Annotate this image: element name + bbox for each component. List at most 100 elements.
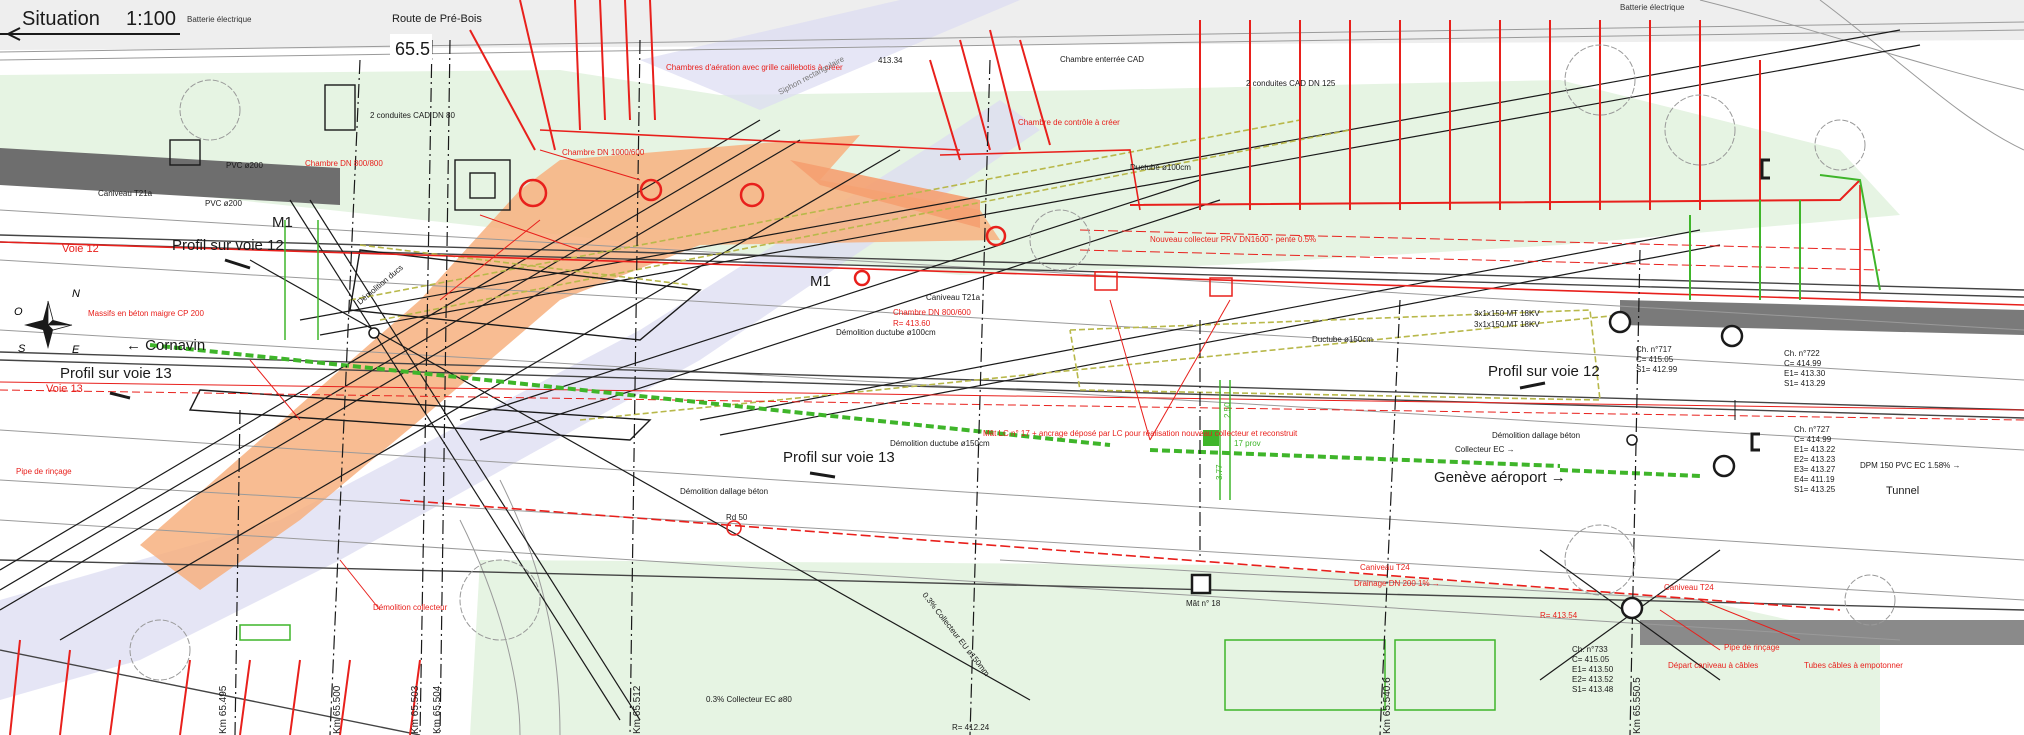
label-pipe-rincage-right: Pipe de rinçage bbox=[1724, 643, 1780, 652]
svg-text:C= 414.99: C= 414.99 bbox=[1794, 435, 1832, 444]
svg-text:E2= 413.52: E2= 413.52 bbox=[1572, 675, 1614, 684]
battery-left: Batterie électrique bbox=[187, 15, 252, 24]
label-mat17-prov: 17 prov bbox=[1234, 439, 1261, 448]
profil-13-left: Profil sur voie 13 bbox=[60, 365, 172, 382]
svg-text:S1= 413.29: S1= 413.29 bbox=[1784, 379, 1826, 388]
profil-12-right: Profil sur voie 12 bbox=[1488, 363, 1600, 380]
svg-text:S1= 413.25: S1= 413.25 bbox=[1794, 485, 1836, 494]
chamber-727 bbox=[1712, 454, 1736, 478]
label-chambre-dn800: Chambre DN 800/800 bbox=[305, 159, 383, 168]
label-pipe-rincage-left: Pipe de rinçage bbox=[16, 467, 72, 476]
grey-road-right bbox=[1620, 300, 2024, 335]
label-collecteur-ec80: 0.3% Collecteur EC ø80 bbox=[706, 695, 792, 704]
label-drainage: Drainage DN 200 1% → bbox=[1354, 579, 1440, 588]
svg-text:Km 65.540.6: Km 65.540.6 bbox=[1382, 677, 1393, 734]
svg-text:Km 65.512: Km 65.512 bbox=[632, 685, 643, 734]
svg-text:Km 65.500: Km 65.500 bbox=[332, 685, 343, 734]
road-pre-bois: Route de Pré-Bois bbox=[392, 13, 482, 25]
profil-13-mid: Profil sur voie 13 bbox=[783, 449, 895, 466]
profil-12-left: Profil sur voie 12 bbox=[172, 237, 284, 254]
grey-road-right-bottom bbox=[1640, 620, 2024, 645]
label-cote-top: 413.34 bbox=[878, 56, 903, 65]
svg-text:C= 415.05: C= 415.05 bbox=[1636, 355, 1674, 364]
chamber-717 bbox=[1608, 310, 1632, 334]
label-chambre-b: Chambre DN 800/600 bbox=[893, 308, 971, 317]
label-cable-2: 3x1x150 MT 18KV bbox=[1474, 320, 1540, 329]
label-tunnel: Tunnel bbox=[1886, 485, 1919, 497]
label-chambre-b-rc: R= 413.60 bbox=[893, 319, 931, 328]
label-depart-cables: Départ caniveau à câbles bbox=[1668, 661, 1758, 670]
label-chambre-controle: Chambre de contrôle à créer bbox=[1018, 118, 1120, 127]
direction-cornavin: ← Cornavin bbox=[126, 337, 205, 354]
compass-e: E bbox=[72, 344, 80, 356]
svg-text:Km 65.550.5: Km 65.550.5 bbox=[1632, 677, 1643, 734]
label-caniveau-t24: Caniveau T24 bbox=[1360, 563, 1410, 572]
chamber-722 bbox=[1720, 324, 1744, 348]
svg-text:E4= 411.19: E4= 411.19 bbox=[1794, 475, 1835, 484]
label-caniveau-t24b: Caniveau T24 bbox=[1664, 583, 1714, 592]
label-collecteur-ec: Collecteur EC → bbox=[1455, 445, 1515, 454]
label-ductube-150: Ductube ø150cm bbox=[1312, 335, 1373, 344]
label-conduites-cad80: 2 conduites CAD DN 80 bbox=[370, 111, 455, 120]
label-demolition-dallage-1: Démolition dallage béton bbox=[1492, 431, 1580, 440]
situation-plan: Situation 1:100 65.5 Route de Pré-Bois B… bbox=[0, 0, 2024, 735]
label-caniveau-t21a: Caniveau T21a bbox=[926, 293, 981, 302]
svg-text:E1= 413.30: E1= 413.30 bbox=[1784, 369, 1826, 378]
label-ductube-left: Ductube ø100cm bbox=[1130, 163, 1191, 172]
svg-text:Km 65.504: Km 65.504 bbox=[432, 685, 443, 734]
chamber-733 bbox=[1620, 596, 1644, 620]
label-demolition-dallage-2: Démolition dallage béton bbox=[680, 487, 768, 496]
track-voie-13: Voie 13 bbox=[46, 383, 83, 395]
label-cable-1: 3x1x150 MT 18KV bbox=[1474, 309, 1540, 318]
chamber-717-data: Ch. n°717 C= 415.05 S1= 412.99 bbox=[1636, 345, 1678, 374]
label-pvc-2: PVC ø200 bbox=[205, 199, 242, 208]
label-rd50: Rd 50 bbox=[726, 513, 748, 522]
label-dpm: DPM 150 PVC EC 1.58% → bbox=[1860, 461, 1960, 470]
label-cote-r: R= 412.24 bbox=[952, 723, 990, 732]
svg-text:S1= 412.99: S1= 412.99 bbox=[1636, 365, 1678, 374]
label-cote-rs: R= 413.54 bbox=[1540, 611, 1578, 620]
label-massif: Massifs en béton maigre CP 200 bbox=[88, 309, 204, 318]
chamber-722-data: Ch. n°722 C= 414.99 E1= 413.30 S1= 413.2… bbox=[1784, 349, 1826, 388]
marker-m1-left: M1 bbox=[272, 214, 293, 231]
label-demolition-collecteur: Démolition collecteur bbox=[373, 603, 448, 612]
km-marker: 65.5 bbox=[395, 39, 430, 59]
track-voie-12: Voie 12 bbox=[62, 243, 99, 255]
chamber-727-data: Ch. n°727 C= 414.99 E1= 413.22 E2= 413.2… bbox=[1794, 425, 1836, 494]
plan-title: Situation bbox=[22, 8, 100, 30]
label-demolition-ducs: Démolition ducs bbox=[356, 263, 405, 306]
direction-geneve: Genève aéroport → bbox=[1434, 469, 1566, 486]
marker-m1-mid: M1 bbox=[810, 273, 831, 290]
label-caniveau-t21: Caniveau T21a bbox=[98, 189, 153, 198]
compass-n: N bbox=[72, 288, 80, 300]
label-dim-2: 3.77 bbox=[1215, 464, 1224, 480]
svg-text:C= 415.05: C= 415.05 bbox=[1572, 655, 1610, 664]
label-dim-1: 2.50 bbox=[1223, 402, 1232, 418]
label-demolition-ductube-150: Démolition ductube ø150cm bbox=[890, 439, 990, 448]
label-mat17: Mât LC n° 17 + ancrage déposé par LC pou… bbox=[983, 429, 1298, 438]
chamber-733-data: Ch. n°733 C= 415.05 E1= 413.50 E2= 413.5… bbox=[1572, 645, 1614, 694]
svg-text:E2= 413.23: E2= 413.23 bbox=[1794, 455, 1836, 464]
svg-text:Ch. n°722: Ch. n°722 bbox=[1784, 349, 1820, 358]
svg-text:S1= 413.48: S1= 413.48 bbox=[1572, 685, 1614, 694]
label-conduites-cad125: 2 conduites CAD DN 125 bbox=[1246, 79, 1336, 88]
compass-o: O bbox=[14, 306, 23, 318]
svg-text:Km 65.503: Km 65.503 bbox=[410, 685, 421, 734]
compass-s: S bbox=[18, 343, 26, 355]
label-demolition-ductube: Démolition ductube ø100cm bbox=[836, 328, 936, 337]
svg-text:Ch. n°733: Ch. n°733 bbox=[1572, 645, 1608, 654]
svg-text:E1= 413.50: E1= 413.50 bbox=[1572, 665, 1614, 674]
background-zones bbox=[0, 0, 2024, 735]
label-chambre-dn1000: Chambre DN 1000/600 bbox=[562, 148, 645, 157]
compass-rose-icon: N S O E bbox=[14, 288, 80, 356]
label-pvc-1: PVC ø200 bbox=[226, 161, 263, 170]
label-chambre-cad: Chambre enterrée CAD bbox=[1060, 55, 1144, 64]
svg-text:C= 414.99: C= 414.99 bbox=[1784, 359, 1822, 368]
svg-text:Ch. n°717: Ch. n°717 bbox=[1636, 345, 1672, 354]
svg-text:Km 65.495: Km 65.495 bbox=[218, 685, 229, 734]
svg-text:Ch. n°727: Ch. n°727 bbox=[1794, 425, 1830, 434]
grey-band-top bbox=[0, 0, 2024, 50]
svg-text:E3= 413.27: E3= 413.27 bbox=[1794, 465, 1836, 474]
battery-right: Batterie électrique bbox=[1620, 3, 1685, 12]
svg-text:E1= 413.22: E1= 413.22 bbox=[1794, 445, 1836, 454]
